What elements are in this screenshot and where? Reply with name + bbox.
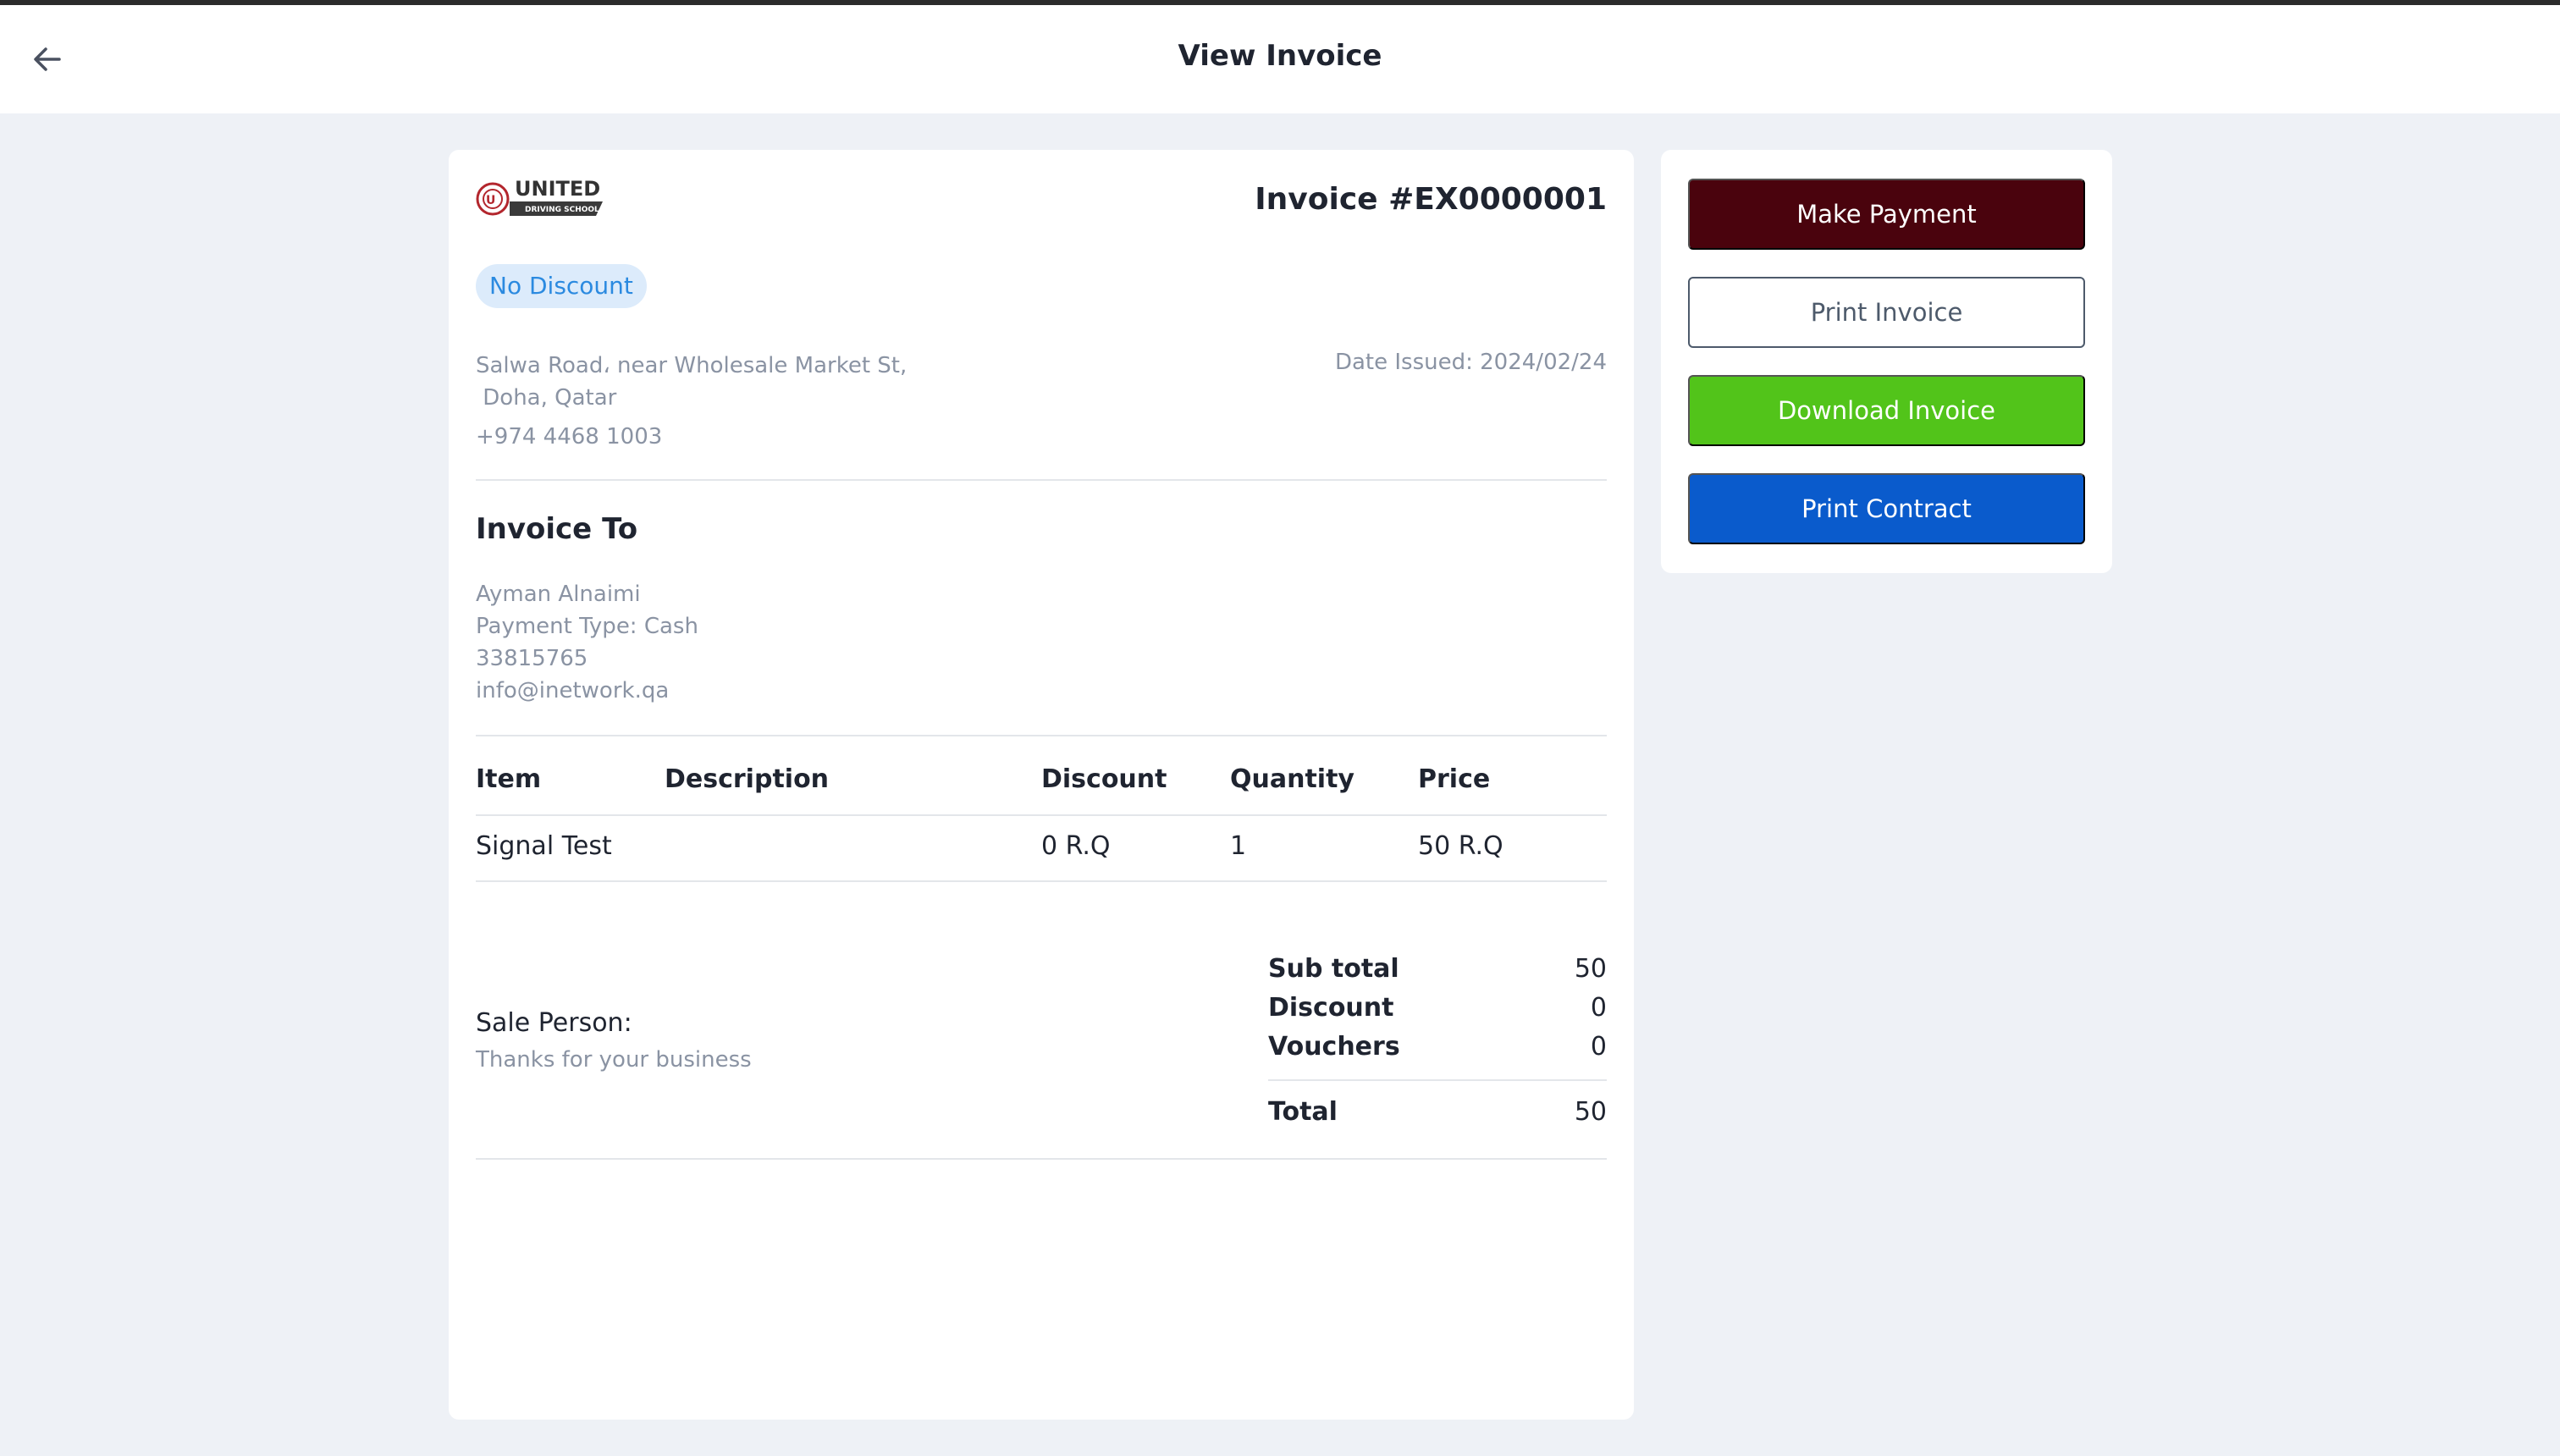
table-row-divider (476, 880, 1607, 882)
subtotal-label: Sub total (1268, 954, 1399, 984)
sale-person-label: Sale Person: (476, 1008, 632, 1038)
cell-item: Signal Test (476, 831, 612, 861)
print-invoice-button[interactable]: Print Invoice (1688, 277, 2085, 348)
invoice-number: Invoice #EX0000001 (1255, 182, 1607, 217)
total-label: Total (1268, 1097, 1338, 1127)
client-payment-type: Payment Type: Cash (476, 614, 698, 639)
divider (476, 1158, 1607, 1160)
discount-value: 0 (1590, 993, 1607, 1023)
divider (476, 479, 1607, 481)
logo-text: UNITED (515, 177, 600, 201)
vouchers-label: Vouchers (1268, 1032, 1400, 1062)
invoice-card: U UNITED DRIVING SCHOOL Invoice #EX00000… (449, 150, 1634, 1420)
column-header-description: Description (665, 764, 830, 794)
client-phone: 33815765 (476, 646, 588, 671)
logo-subtext: DRIVING SCHOOL (525, 206, 599, 214)
totals-divider (1268, 1079, 1607, 1081)
column-header-price: Price (1418, 764, 1491, 794)
svg-text:U: U (486, 194, 495, 207)
thanks-message: Thanks for your business (476, 1047, 752, 1073)
client-email: info@inetwork.qa (476, 678, 670, 703)
subtotal-value: 50 (1574, 954, 1607, 984)
company-phone: +974 4468 1003 (476, 424, 663, 449)
cell-price: 50 R.Q (1418, 831, 1503, 861)
date-issued: Date Issued: 2024/02/24 (1334, 350, 1607, 375)
cell-quantity: 1 (1230, 831, 1247, 861)
invoice-to-title: Invoice To (476, 512, 638, 546)
print-contract-button[interactable]: Print Contract (1688, 473, 2085, 544)
total-value: 50 (1574, 1097, 1607, 1127)
client-details: Ayman Alnaimi Payment Type: Cash 3381576… (476, 578, 698, 707)
column-header-quantity: Quantity (1230, 764, 1354, 794)
cell-discount: 0 R.Q (1041, 831, 1111, 861)
app-header: View Invoice (0, 5, 2560, 113)
page-title: View Invoice (1178, 39, 1382, 73)
make-payment-button[interactable]: Make Payment (1688, 179, 2085, 250)
address-line-2: Doha, Qatar (476, 385, 617, 411)
united-driving-school-logo: U UNITED DRIVING SCHOOL (476, 177, 603, 216)
discount-label: Discount (1268, 993, 1394, 1023)
table-header-divider (476, 814, 1607, 816)
divider (476, 735, 1607, 736)
discount-badge: No Discount (476, 264, 647, 308)
download-invoice-button[interactable]: Download Invoice (1688, 375, 2085, 446)
column-header-item: Item (476, 764, 542, 794)
actions-card: Make Payment Print Invoice Download Invo… (1661, 150, 2112, 573)
address-line-1: Salwa Road، near Wholesale Market St, (476, 353, 908, 378)
vouchers-value: 0 (1590, 1032, 1607, 1062)
client-name: Ayman Alnaimi (476, 582, 641, 607)
column-header-discount: Discount (1041, 764, 1167, 794)
company-address: Salwa Road، near Wholesale Market St, Do… (476, 350, 907, 453)
